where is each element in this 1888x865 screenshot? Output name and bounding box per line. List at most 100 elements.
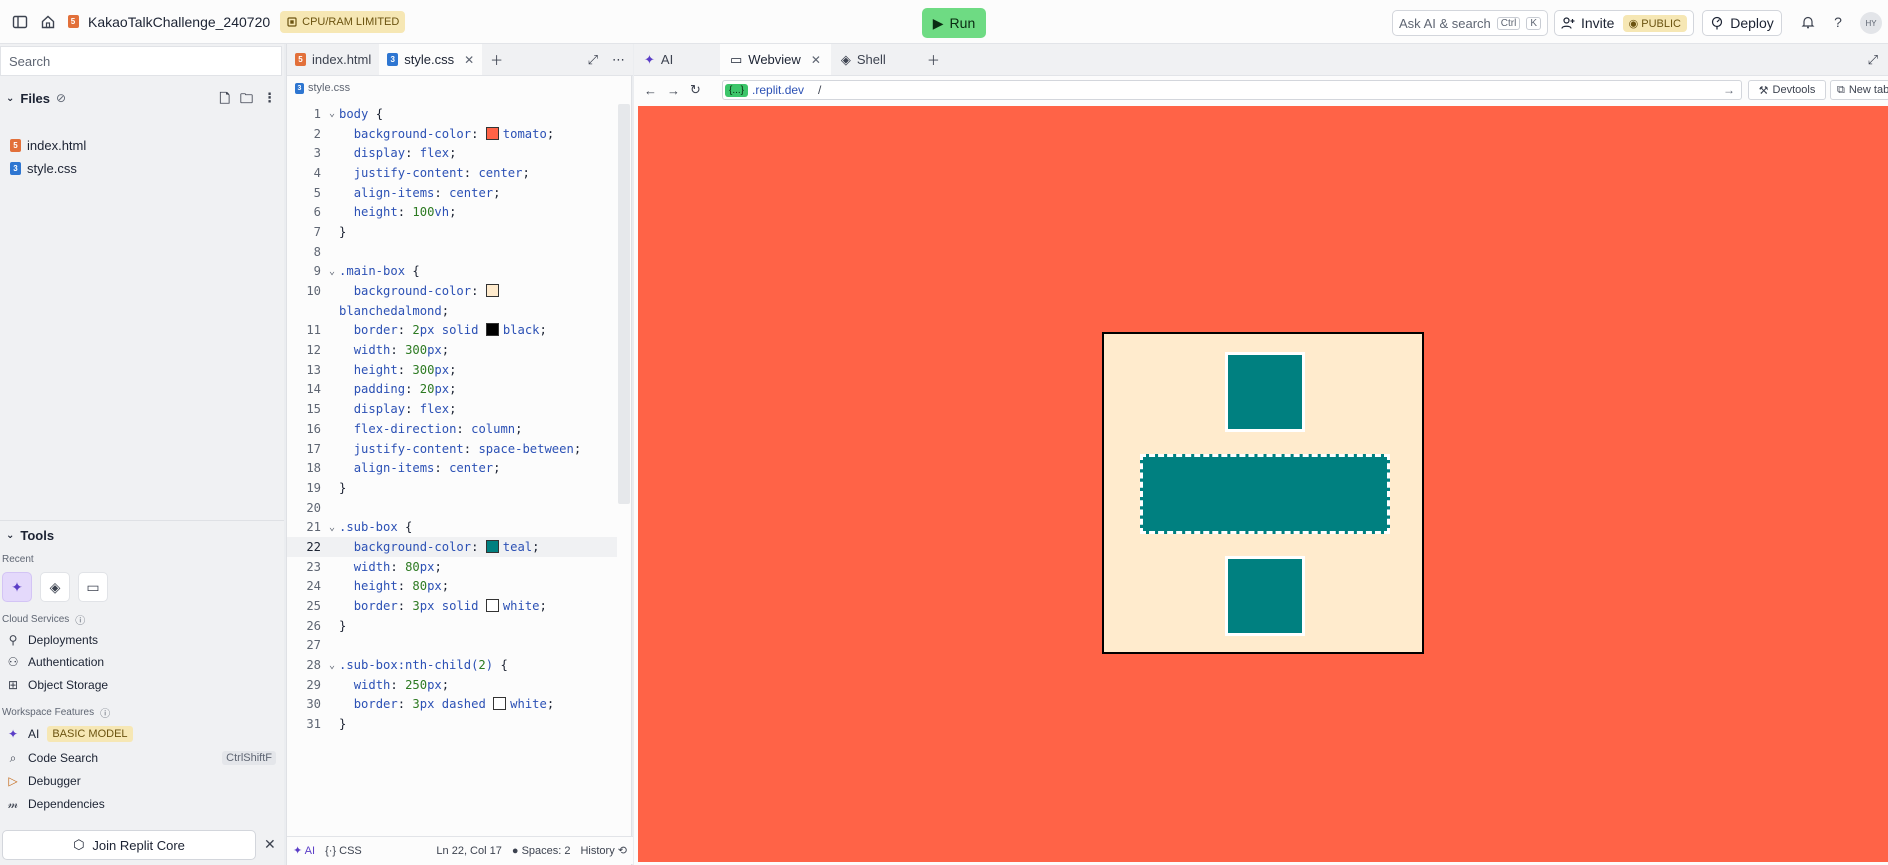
project-name[interactable]: KakaoTalkChallenge_240720 — [88, 14, 270, 30]
cpu-limit-badge[interactable]: CPU/RAM LIMITED — [280, 10, 406, 33]
webview-url-bar: ← → ↻ {...} .replit.dev / → ⚒ Devtools ⧉… — [634, 78, 1888, 102]
deploy-button[interactable]: Deploy — [1702, 10, 1782, 36]
history-button[interactable]: History ⟲ — [580, 844, 627, 857]
color-swatch[interactable] — [493, 697, 507, 711]
info-icon[interactable]: ⓘ — [100, 705, 110, 720]
tool-authentication[interactable]: ⚇ Authentication — [0, 651, 284, 673]
file-item-index-html[interactable]: 5 index.html — [0, 134, 284, 156]
css-file-icon: 3 — [10, 161, 21, 175]
back-icon[interactable]: ← — [644, 83, 657, 98]
html-file-icon: 5 — [10, 138, 21, 152]
workspace-features-label: Workspace Features ⓘ — [2, 705, 110, 720]
cursor-position[interactable]: Ln 22, Col 17 — [436, 845, 501, 857]
indent-setting[interactable]: ● Spaces: 2 — [512, 845, 571, 857]
code-line: 2 background-color: tomato; — [313, 126, 555, 141]
invite-button[interactable]: Invite ◉ PUBLIC — [1554, 10, 1694, 36]
webview-tool-icon[interactable]: ▭ — [78, 572, 108, 602]
info-icon[interactable]: ⓘ — [75, 612, 85, 627]
history-label: History — [580, 845, 615, 857]
help-icon[interactable]: ? — [1824, 8, 1852, 36]
tools-header[interactable]: ⌄ Tools — [0, 528, 284, 543]
cloud-services-label: Cloud Services ⓘ — [2, 612, 85, 627]
html-project-icon: 5 — [62, 8, 84, 36]
devtools-button[interactable]: ⚒ Devtools — [1748, 80, 1826, 100]
more-icon[interactable]: ⋮ — [263, 90, 276, 112]
shell-icon: ◈ — [840, 51, 851, 67]
user-icon: ⚇ — [7, 655, 19, 669]
code-line: 12 width: 300px; — [306, 343, 450, 358]
tab-label: Webview — [748, 52, 801, 67]
tool-label: AI — [28, 727, 40, 741]
tab-shell[interactable]: ◈ Shell — [831, 44, 917, 75]
fold-icon[interactable]: ⌄ — [325, 522, 339, 533]
code-line: 8 — [313, 244, 321, 259]
tool-debugger[interactable]: ▷ Debugger — [0, 770, 284, 792]
sub-box-3 — [1225, 556, 1305, 636]
language-mode[interactable]: {·} CSS — [325, 845, 362, 857]
shell-tool-icon[interactable]: ◈ — [40, 572, 70, 602]
new-folder-icon[interactable]: 🗀 — [240, 90, 253, 112]
tab-webview[interactable]: ▭ Webview ✕ — [720, 44, 831, 75]
cloud-services-text: Cloud Services — [2, 614, 70, 625]
webview-render[interactable] — [638, 106, 1888, 862]
color-swatch[interactable] — [485, 323, 499, 337]
new-file-icon[interactable]: 🗋 — [220, 90, 230, 112]
search-input[interactable]: Search — [0, 46, 282, 76]
color-swatch[interactable] — [485, 126, 499, 140]
fold-icon[interactable]: ⌄ — [325, 266, 339, 277]
join-replit-core-button[interactable]: ⬡ Join Replit Core — [2, 830, 256, 860]
forward-icon[interactable]: → — [667, 83, 680, 98]
code-line: 4 justify-content: center; — [313, 165, 530, 180]
home-icon[interactable] — [34, 8, 62, 36]
files-header[interactable]: ⌄ Files ⊘ 🗋 🗀 ⋮ — [0, 86, 284, 110]
run-button[interactable]: ▶ Run — [922, 8, 986, 38]
maximize-icon[interactable]: ⤢ — [588, 52, 598, 68]
code-line: 23 width: 80px; — [306, 559, 442, 574]
tools-title: Tools — [20, 528, 55, 543]
add-user-icon — [1561, 17, 1575, 29]
editor-scrollbar[interactable] — [618, 104, 630, 504]
language-label: CSS — [339, 844, 362, 857]
tool-deployments[interactable]: ⚲ Deployments — [0, 629, 284, 651]
new-tab-button[interactable]: ＋ — [482, 44, 511, 75]
close-icon[interactable]: ✕ — [464, 53, 474, 67]
tab-index-html[interactable]: 5 index.html — [287, 44, 379, 75]
fold-icon[interactable]: ⌄ — [325, 660, 339, 671]
maximize-icon[interactable]: ⤢ — [1868, 44, 1888, 75]
ai-status-label: AI — [304, 845, 316, 857]
deploy-icon: ⚲ — [8, 633, 18, 647]
sidebar-toggle-icon[interactable] — [6, 8, 34, 36]
reload-icon[interactable]: ↻ — [690, 82, 701, 98]
code-area[interactable]: 1 ⌄ body { 2 background-color: tomato; 3 d… — [287, 104, 617, 734]
more-icon[interactable]: ⋯ — [612, 52, 625, 68]
fold-icon[interactable]: ⌄ — [325, 108, 339, 119]
color-swatch[interactable] — [485, 599, 499, 613]
bell-icon[interactable] — [1794, 8, 1822, 36]
new-tab-button[interactable]: ＋ — [917, 44, 950, 75]
file-item-style-css[interactable]: 3 style.css — [0, 157, 284, 179]
open-new-tab-button[interactable]: ⧉ New tab — [1830, 80, 1888, 100]
code-line: 29 width: 250px; — [306, 677, 450, 692]
url-input[interactable]: {...} .replit.dev / → — [722, 80, 1742, 100]
avatar[interactable]: HY — [1860, 12, 1882, 34]
tool-code-search[interactable]: ⌕ Code Search CtrlShiftF — [0, 747, 284, 769]
breadcrumb[interactable]: 3 style.css — [295, 82, 350, 94]
tab-ai[interactable]: ✦ AI — [634, 44, 720, 75]
tool-ai[interactable]: ✦ AI BASIC MODEL — [0, 723, 284, 745]
ask-ai-search[interactable]: Ask AI & search Ctrl K — [1392, 10, 1548, 36]
tool-dependencies[interactable]: 𝓂 Dependencies — [0, 793, 284, 815]
cpu-icon — [287, 16, 297, 27]
sidebar: Search ⌄ Files ⊘ 🗋 🗀 ⋮ 5 index.html 3 st… — [0, 44, 284, 865]
close-icon[interactable]: ✕ — [264, 836, 276, 853]
color-swatch[interactable] — [485, 539, 499, 553]
color-swatch[interactable] — [485, 284, 499, 298]
core-icon: ⬡ — [73, 837, 85, 852]
recent-label: Recent — [2, 554, 34, 565]
tab-style-css[interactable]: 3 style.css ✕ — [379, 44, 483, 75]
close-icon[interactable]: ✕ — [811, 53, 821, 67]
ai-tool-icon[interactable]: ✦ — [2, 572, 32, 602]
ai-status-icon[interactable]: ✦ AI — [293, 844, 315, 857]
arrow-right-icon[interactable]: → — [1723, 83, 1739, 97]
code-line: 16 flex-direction: column; — [306, 421, 523, 436]
tool-object-storage[interactable]: ⊞ Object Storage — [0, 674, 284, 696]
